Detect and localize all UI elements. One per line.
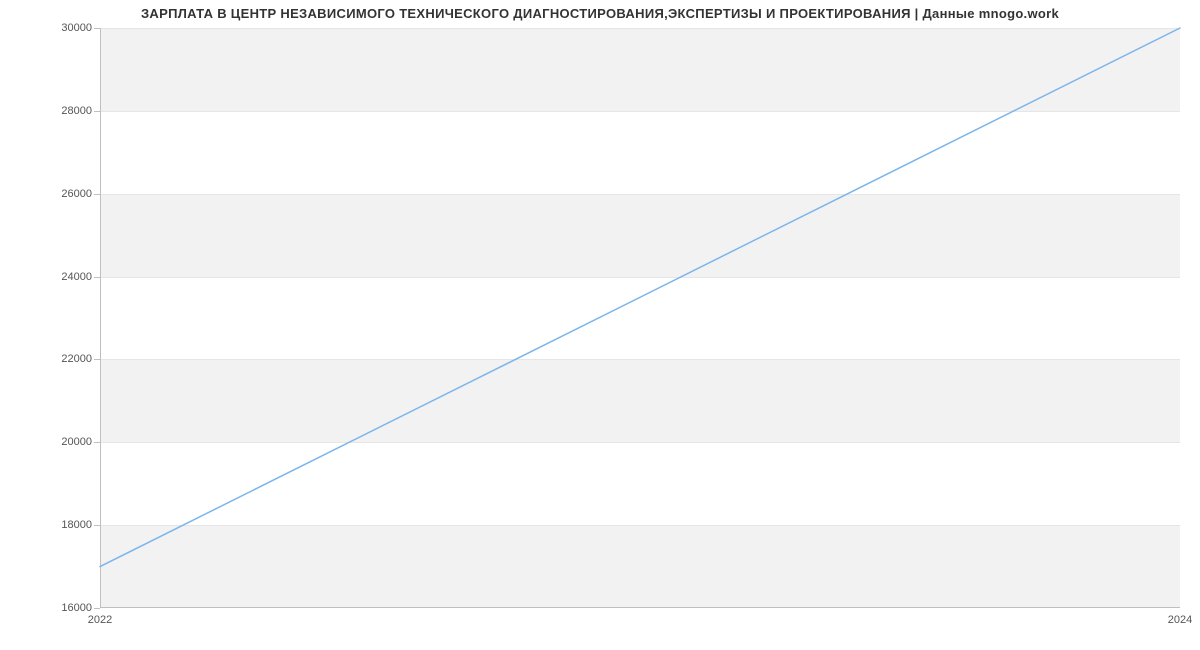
y-tick-label: 18000	[12, 519, 92, 531]
y-tick-label: 22000	[12, 353, 92, 365]
series-line	[100, 28, 1180, 608]
y-tick-label: 26000	[12, 188, 92, 200]
y-tick-label: 16000	[12, 602, 92, 614]
chart-container: ЗАРПЛАТА В ЦЕНТР НЕЗАВИСИМОГО ТЕХНИЧЕСКО…	[0, 0, 1200, 650]
y-tick-label: 28000	[12, 105, 92, 117]
y-tick-label: 30000	[12, 22, 92, 34]
y-tick-label: 24000	[12, 271, 92, 283]
x-tick-label: 2024	[1168, 614, 1192, 626]
y-tick-mark	[94, 608, 100, 609]
chart-title: ЗАРПЛАТА В ЦЕНТР НЕЗАВИСИМОГО ТЕХНИЧЕСКО…	[0, 6, 1200, 21]
plot-area	[100, 28, 1180, 608]
y-tick-label: 20000	[12, 436, 92, 448]
x-tick-label: 2022	[88, 614, 112, 626]
